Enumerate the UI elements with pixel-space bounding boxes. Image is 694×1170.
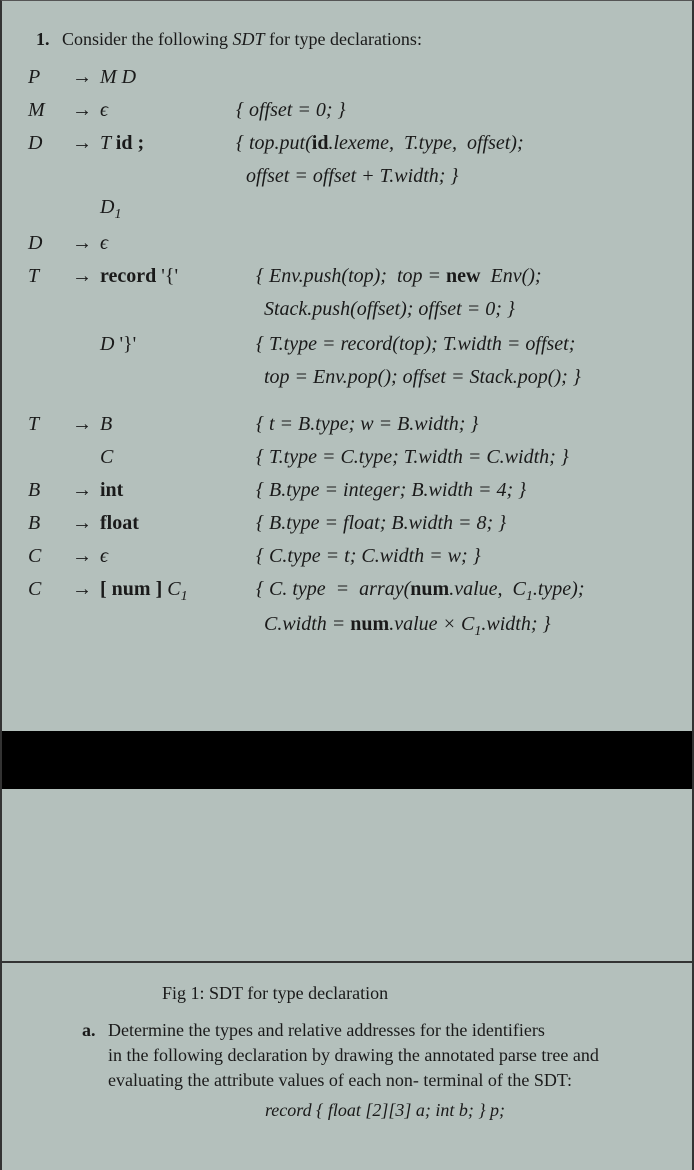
arrow: → — [64, 574, 100, 605]
sub-question-a: a. Determine the types and relative addr… — [32, 1018, 662, 1123]
semantic-action-cont: offset = offset + T.width; } — [28, 161, 670, 192]
arrow: → — [64, 128, 100, 159]
semantic-action: { Env.push(top); top = new Env(); — [250, 261, 670, 292]
production-C-array: C → [ num ] C1 { C. type = array(num.val… — [28, 574, 670, 608]
semantic-action: { top.put(id.lexeme, T.type, offset); — [230, 128, 670, 159]
arrow: → — [64, 409, 100, 440]
arrow: → — [64, 228, 100, 259]
semantic-action: { B.type = integer; B.width = 4; } — [250, 475, 670, 506]
semantic-action-cont: top = Env.pop(); offset = Stack.pop(); } — [28, 362, 670, 393]
semantic-action: { T.type = C.type; T.width = C.width; } — [250, 442, 670, 473]
question-text-before: Consider the following — [62, 29, 232, 49]
semantic-action: { t = B.type; w = B.width; } — [250, 409, 670, 440]
rhs: [ num ] C1 — [100, 574, 250, 608]
semantic-action: { C.type = t; C.width = w; } — [250, 541, 670, 572]
rhs: D1 — [100, 192, 230, 226]
question-header: 1. Consider the following SDT for type d… — [24, 29, 670, 50]
rhs: ϵ — [100, 228, 230, 259]
rhs: M D — [100, 62, 230, 93]
arrow: → — [64, 261, 100, 292]
rhs: T id ; — [100, 128, 230, 159]
sub-question-line2: in the following declaration by drawing … — [108, 1043, 662, 1068]
production-D-Tid: D → T id ; { top.put(id.lexeme, T.type, … — [28, 128, 670, 159]
lhs: C — [28, 574, 64, 605]
arrow: → — [64, 62, 100, 93]
production-T-record-body: D '}' { T.type = record(top); T.width = … — [28, 329, 670, 360]
lhs: T — [28, 409, 64, 440]
question-number: 1. — [36, 29, 50, 49]
arrow: → — [64, 508, 100, 539]
semantic-action-cont: C.width = num.value × C1.width; } — [28, 609, 670, 643]
production-B-float: B → float { B.type = float; B.width = 8;… — [28, 508, 670, 539]
document-page: 1. Consider the following SDT for type d… — [0, 0, 694, 1170]
content-area: 1. Consider the following SDT for type d… — [2, 1, 692, 643]
lhs: D — [28, 228, 64, 259]
sub-question-letter: a. — [82, 1018, 108, 1123]
grammar-block: P → M D M → ϵ { offset = 0; } D → T id ;… — [24, 62, 670, 643]
sub-question-line3: evaluating the attribute values of each … — [108, 1068, 662, 1093]
lhs: P — [28, 62, 64, 93]
bottom-section: Fig 1: SDT for type declaration a. Deter… — [2, 961, 692, 1123]
sub-question-body: Determine the types and relative address… — [108, 1018, 662, 1123]
production-C-eps: C → ϵ { C.type = t; C.width = w; } — [28, 541, 670, 572]
lhs: C — [28, 541, 64, 572]
production-P: P → M D — [28, 62, 670, 93]
sdt-term: SDT — [232, 29, 264, 49]
lhs: B — [28, 475, 64, 506]
semantic-action: { C. type = array(num.value, C1.type); — [250, 574, 670, 608]
rhs: C — [100, 442, 250, 473]
lhs: B — [28, 508, 64, 539]
production-D-D1: D1 — [28, 192, 670, 226]
semantic-action: { B.type = float; B.width = 8; } — [250, 508, 670, 539]
production-T-record: T → record '{' { Env.push(top); top = ne… — [28, 261, 670, 292]
semantic-action: { offset = 0; } — [230, 95, 670, 126]
production-D-eps: D → ϵ — [28, 228, 670, 259]
production-T-C: C { T.type = C.type; T.width = C.width; … — [28, 442, 670, 473]
figure-caption: Fig 1: SDT for type declaration — [122, 983, 662, 1004]
lhs: M — [28, 95, 64, 126]
arrow: → — [64, 95, 100, 126]
rhs: float — [100, 508, 250, 539]
lhs: D — [28, 128, 64, 159]
question-text-after: for type declarations: — [265, 29, 422, 49]
rhs: ϵ — [100, 95, 230, 126]
production-B-int: B → int { B.type = integer; B.width = 4;… — [28, 475, 670, 506]
sub-question-code: record { float [2][3] a; int b; } p; — [108, 1098, 662, 1123]
semantic-action-cont: Stack.push(offset); offset = 0; } — [28, 294, 670, 325]
semantic-action: { T.type = record(top); T.width = offset… — [250, 329, 670, 360]
rhs: ϵ — [100, 541, 250, 572]
black-divider-bar — [2, 731, 692, 789]
rhs: record '{' — [100, 261, 250, 292]
sub-question-line1: Determine the types and relative address… — [108, 1018, 662, 1043]
rhs: B — [100, 409, 250, 440]
production-M: M → ϵ { offset = 0; } — [28, 95, 670, 126]
arrow: → — [64, 475, 100, 506]
rhs: int — [100, 475, 250, 506]
arrow: → — [64, 541, 100, 572]
lhs: T — [28, 261, 64, 292]
production-T-B: T → B { t = B.type; w = B.width; } — [28, 409, 670, 440]
rhs: D '}' — [100, 329, 250, 360]
